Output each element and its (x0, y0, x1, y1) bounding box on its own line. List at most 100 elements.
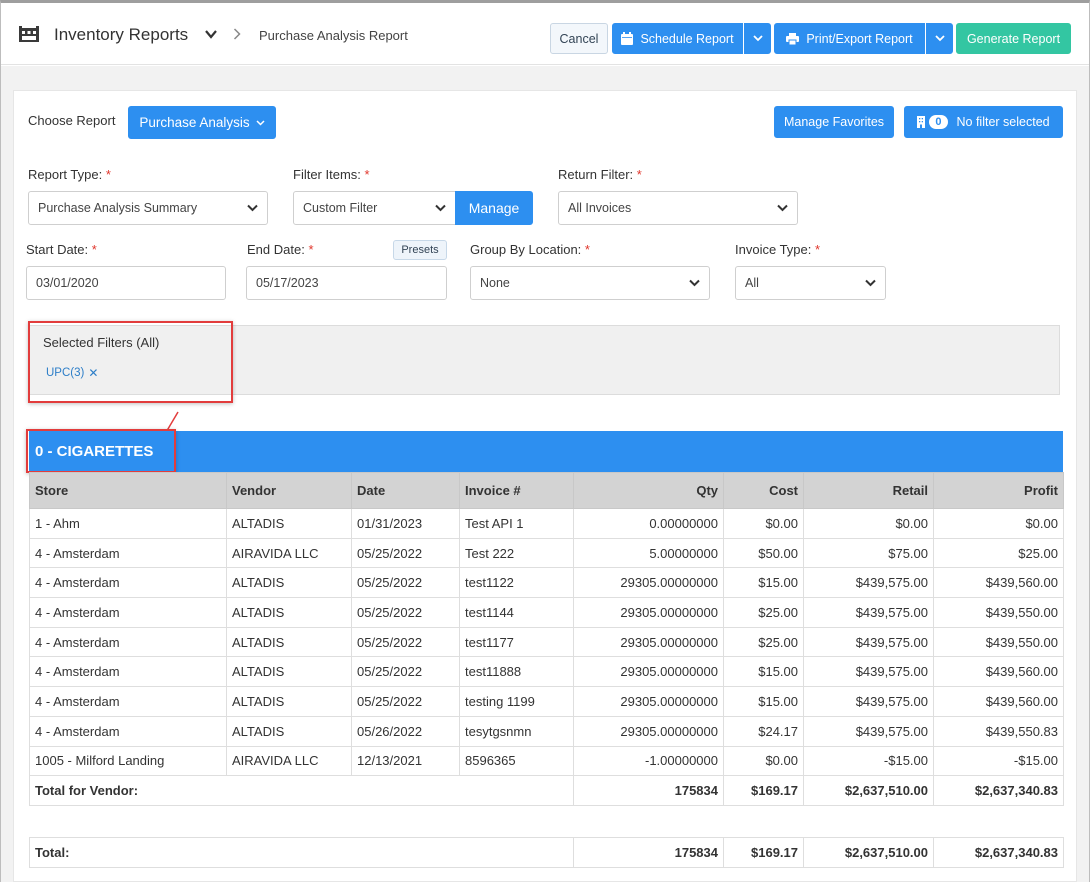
cell-invoice: test1177 (459, 626, 574, 658)
generate-report-label: Generate Report (966, 31, 1061, 46)
breadcrumb-current: Purchase Analysis Report (259, 28, 408, 43)
presets-label: Presets (401, 244, 439, 256)
grand-total-cost: $169.17 (723, 837, 804, 868)
end-date-input[interactable]: 05/17/2023 (246, 266, 447, 300)
cancel-button-label: Cancel (559, 31, 599, 46)
cell-retail: -$15.00 (803, 745, 934, 777)
cell-invoice: 8596365 (459, 745, 574, 777)
printer-icon (786, 32, 800, 45)
column-header-profit[interactable]: Profit (933, 472, 1064, 509)
table-row: 4 - Amsterdam ALTADIS 05/25/2022 testing 11… (29, 686, 1064, 717)
group-header-bar (29, 431, 1063, 472)
presets-button[interactable]: Presets (393, 240, 447, 260)
cell-invoice: Test API 1 (459, 508, 574, 539)
cell-profit: $25.00 (933, 537, 1064, 569)
cell-store: 4 - Amsterdam (29, 597, 227, 628)
manage-favorites-button[interactable]: Manage Favorites (774, 106, 894, 138)
highlight-box-group (26, 429, 176, 473)
print-export-label: Print/Export Report (806, 31, 913, 46)
cell-vendor: ALTADIS (226, 508, 352, 539)
grand-total-row: Total: 175834 $169.17 $2,637,510.00 $2,6… (29, 837, 1064, 868)
table-row: 4 - Amsterdam AIRAVIDA LLC 05/25/2022 Test … (29, 537, 1064, 569)
chevron-down-icon[interactable] (205, 30, 217, 39)
report-type-value: Purchase Analysis Summary (38, 201, 198, 215)
return-filter-select[interactable]: All Invoices (558, 191, 798, 225)
purchase-table: Store Vendor Date Invoice # Qty Cost Ret… (29, 472, 1064, 806)
invoice-type-label: Invoice Type: * (735, 242, 821, 257)
generate-report-button[interactable]: Generate Report (956, 23, 1071, 54)
table-row: 4 - Amsterdam ALTADIS 05/25/2022 test1177 29… (29, 626, 1064, 658)
vendor-total-label: Total for Vendor: (29, 775, 574, 806)
cell-qty: 29305.00000000 (573, 626, 724, 658)
group-by-location-select[interactable]: None (470, 266, 710, 300)
cell-retail: $439,575.00 (803, 686, 934, 717)
cell-cost: $25.00 (723, 597, 804, 628)
schedule-report-button[interactable]: Schedule Report (612, 23, 743, 54)
chevron-right-icon (233, 28, 241, 40)
cell-cost: $15.00 (723, 686, 804, 717)
start-date-label: Start Date: * (26, 242, 97, 257)
filter-items-label: Filter Items: * (293, 167, 370, 182)
return-filter-value: All Invoices (568, 201, 632, 215)
column-header-retail[interactable]: Retail (803, 472, 934, 509)
cell-profit: $0.00 (933, 508, 1064, 539)
cell-invoice: Test 222 (459, 537, 574, 569)
table-row: 1005 - Milford Landing AIRAVIDA LLC 12/13/… (29, 745, 1064, 777)
app-title[interactable]: Inventory Reports (54, 25, 188, 45)
table-row: 4 - Amsterdam ALTADIS 05/25/2022 test1144 29… (29, 597, 1064, 628)
report-type-select[interactable]: Purchase Analysis Summary (28, 191, 268, 225)
cell-date: 05/26/2022 (351, 715, 460, 747)
cell-qty: 0.00000000 (573, 508, 724, 539)
start-date-input[interactable]: 03/01/2020 (26, 266, 226, 300)
column-header-qty[interactable]: Qty (573, 472, 724, 509)
cell-vendor: ALTADIS (226, 686, 352, 717)
cell-cost: $50.00 (723, 537, 804, 569)
vendor-total-cost: $169.17 (723, 775, 804, 806)
schedule-report-dropdown[interactable] (744, 23, 771, 54)
column-header-invoice[interactable]: Invoice # (459, 472, 574, 509)
column-header-cost[interactable]: Cost (723, 472, 804, 509)
filter-count-badge: 0 (929, 115, 948, 129)
manage-filter-label: Manage (468, 200, 520, 216)
print-export-button[interactable]: Print/Export Report (774, 23, 925, 54)
choose-report-dropdown[interactable]: Purchase Analysis (128, 106, 276, 139)
cell-store: 4 - Amsterdam (29, 626, 227, 658)
cell-qty: 29305.00000000 (573, 567, 724, 599)
cell-vendor: ALTADIS (226, 656, 352, 688)
chevron-down-icon (865, 279, 876, 287)
print-export-dropdown[interactable] (926, 23, 953, 54)
choose-report-label: Choose Report (28, 113, 116, 128)
cancel-button[interactable]: Cancel (550, 23, 608, 54)
cell-store: 4 - Amsterdam (29, 656, 227, 688)
grand-total-retail: $2,637,510.00 (803, 837, 934, 868)
filter-items-select[interactable]: Custom Filter (293, 191, 456, 225)
cell-store: 4 - Amsterdam (29, 537, 227, 569)
column-header-vendor[interactable]: Vendor (226, 472, 352, 509)
filter-status-button[interactable]: 0 No filter selected (904, 106, 1063, 138)
cell-vendor: ALTADIS (226, 567, 352, 599)
column-header-store[interactable]: Store (29, 472, 227, 509)
chevron-down-icon (256, 119, 265, 126)
cell-vendor: AIRAVIDA LLC (226, 745, 352, 777)
cell-profit: $439,550.00 (933, 626, 1064, 658)
manage-filter-button[interactable]: Manage (455, 191, 533, 225)
start-date-value: 03/01/2020 (36, 276, 99, 290)
cell-vendor: ALTADIS (226, 715, 352, 747)
end-date-value: 05/17/2023 (256, 276, 319, 290)
cell-profit: $439,550.00 (933, 597, 1064, 628)
vendor-total-qty: 175834 (573, 775, 724, 806)
cell-date: 05/25/2022 (351, 537, 460, 569)
chevron-down-icon (752, 35, 763, 42)
chevron-down-icon (435, 204, 446, 212)
cell-cost: $15.00 (723, 656, 804, 688)
vendor-total-row: Total for Vendor: 175834 $169.17 $2,637,… (29, 775, 1064, 806)
invoice-type-select[interactable]: All (735, 266, 886, 300)
cell-retail: $439,575.00 (803, 597, 934, 628)
cell-retail: $439,575.00 (803, 656, 934, 688)
cell-profit: $439,560.00 (933, 567, 1064, 599)
cell-profit: $439,560.00 (933, 656, 1064, 688)
end-date-label: End Date: * (247, 242, 314, 257)
column-header-date[interactable]: Date (351, 472, 460, 509)
filter-items-value: Custom Filter (303, 201, 378, 215)
cell-store: 4 - Amsterdam (29, 715, 227, 747)
